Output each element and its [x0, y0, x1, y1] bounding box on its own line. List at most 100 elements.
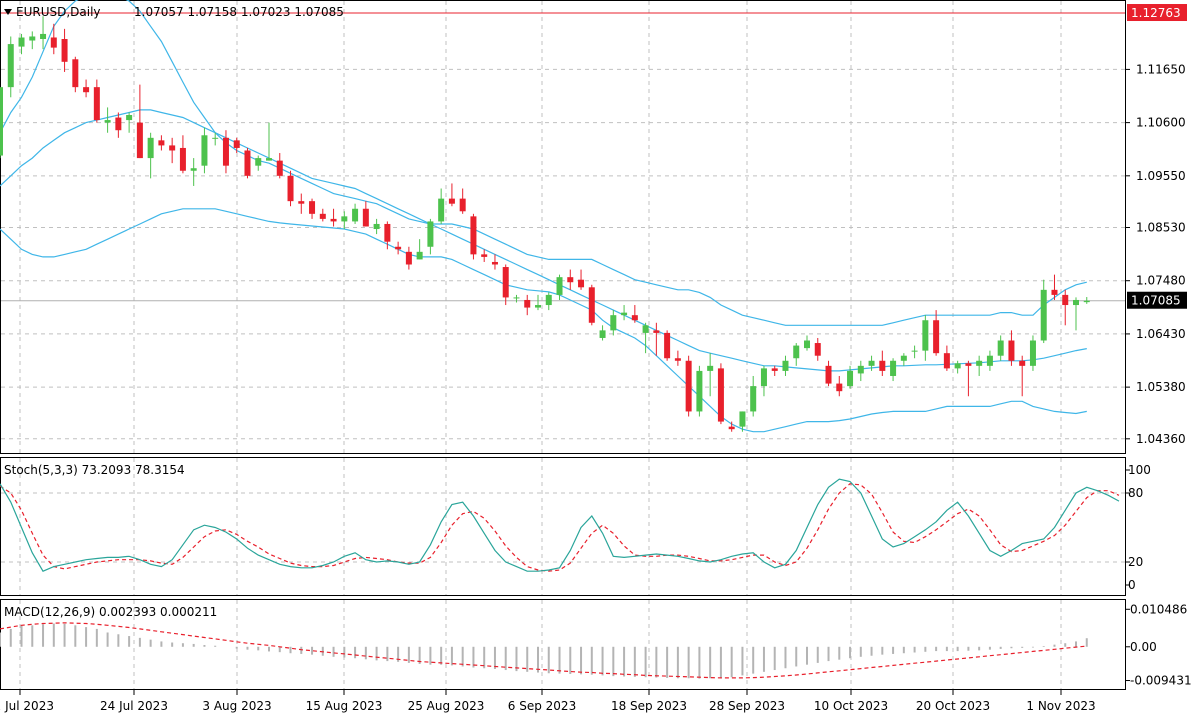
candle-body: [911, 350, 918, 352]
x-tick-label: 28 Sep 2023: [709, 699, 785, 713]
stoch-tick-label: 20: [1128, 555, 1143, 569]
candle-body: [760, 368, 767, 387]
candle-body: [502, 267, 509, 298]
candle-body: [556, 277, 563, 295]
x-tick-label: 1 Nov 2023: [1026, 699, 1095, 713]
candle-body: [857, 365, 864, 374]
chart-header: EURUSD,Daily 1.07057 1.07158 1.07023 1.0…: [4, 5, 344, 19]
candle-body: [352, 208, 359, 222]
x-tick-label: 20 Oct 2023: [916, 699, 990, 713]
candle-body: [448, 198, 455, 204]
chart-canvas[interactable]: 12 Jul 2023 24 Jul 2023 3 Aug 2023 15 Aug 2…: [0, 0, 1200, 720]
candle-body: [599, 330, 606, 338]
candle-body: [384, 223, 391, 242]
candle-body: [158, 140, 165, 146]
x-tick-label: 24 Jul 2023: [100, 699, 168, 713]
candle-body: [190, 168, 197, 171]
x-tick-label: 10 Oct 2023: [814, 699, 888, 713]
candle-body: [201, 135, 208, 166]
macd-tick-label: -0.009431: [1130, 674, 1192, 688]
level-price-label: 1.12763: [1131, 6, 1181, 20]
x-tick-label: 6 Sep 2023: [508, 699, 576, 713]
candle-body: [1062, 294, 1069, 306]
candle-body: [287, 175, 294, 202]
candle-body: [771, 368, 778, 371]
candle-body: [922, 320, 929, 351]
stoch-title: Stoch(5,3,3) 73.2093 78.3154: [4, 463, 185, 477]
candle-body: [750, 386, 757, 412]
candle-body: [29, 36, 36, 41]
candle-body: [685, 360, 692, 412]
candle-body: [40, 33, 47, 40]
x-tick-label: 15 Aug 2023: [306, 699, 383, 713]
candle-body: [1019, 360, 1026, 366]
y-tick-label: 1.08530: [1136, 221, 1186, 235]
y-tick-label: 1.07480: [1136, 274, 1186, 288]
candle-body: [943, 353, 950, 369]
candle-body: [997, 340, 1004, 356]
candle-body: [728, 426, 735, 430]
candle-body: [61, 39, 68, 62]
candle-body: [642, 325, 649, 333]
candle-body: [136, 122, 143, 159]
candle-body: [868, 360, 875, 366]
candle-body: [233, 140, 240, 148]
candle-body: [416, 251, 423, 260]
candle-body: [330, 218, 337, 222]
candle-body: [836, 383, 843, 392]
candle-body: [298, 201, 305, 204]
candle-body: [1051, 289, 1058, 295]
candle-body: [707, 365, 714, 371]
candle-body: [18, 37, 25, 47]
x-tick-label: 18 Sep 2023: [611, 699, 687, 713]
candle-body: [739, 411, 746, 427]
candle-body: [169, 145, 176, 151]
candle-body: [459, 198, 466, 212]
candle-body: [1073, 299, 1079, 306]
stoch-tick-label: 80: [1128, 486, 1143, 500]
candle-body: [0, 87, 3, 156]
candle-body: [93, 87, 100, 121]
candle-body: [588, 287, 595, 323]
candle-body: [362, 208, 369, 227]
candle-body: [72, 59, 79, 88]
candle-body: [804, 340, 810, 349]
candle-body: [986, 355, 993, 366]
candle-body: [255, 158, 262, 166]
candle-body: [115, 117, 122, 131]
symbol-label: EURUSD,Daily: [16, 5, 101, 19]
candle-body: [212, 137, 219, 139]
y-tick-label: 1.05380: [1136, 380, 1186, 394]
candle-body: [1040, 289, 1047, 341]
candle-body: [674, 358, 681, 361]
candle-body: [513, 297, 520, 299]
stoch-tick-label: 100: [1128, 463, 1151, 477]
candle-body: [481, 254, 488, 257]
candle-body: [847, 370, 854, 387]
ohlc-values: 1.07057 1.07158 1.07023 1.07085: [134, 5, 344, 19]
candle-body: [524, 299, 531, 308]
y-tick-label: 1.09550: [1136, 169, 1186, 183]
candle-body: [954, 363, 961, 369]
candle-body: [491, 261, 498, 265]
y-tick-label: 1.11650: [1136, 62, 1186, 76]
macd-title: MACD(12,26,9) 0.002393 0.000211: [4, 605, 217, 619]
candle-body: [825, 365, 832, 384]
candle-body: [179, 147, 186, 171]
candle-body: [395, 246, 402, 250]
macd-tick-label: 0.00: [1130, 640, 1157, 654]
candle-body: [104, 120, 111, 123]
candle-body: [879, 360, 886, 371]
candle-body: [793, 345, 800, 359]
candle-body: [373, 223, 380, 230]
x-tick-label: 25 Aug 2023: [408, 699, 485, 713]
candle-body: [664, 332, 671, 359]
candle-body: [696, 370, 703, 412]
candle-body: [578, 279, 585, 288]
candle-body: [782, 360, 789, 371]
candle-body: [653, 330, 660, 333]
candle-body: [717, 368, 724, 422]
candle-body: [266, 158, 272, 161]
candle-body: [147, 137, 154, 159]
candle-body: [933, 320, 940, 354]
